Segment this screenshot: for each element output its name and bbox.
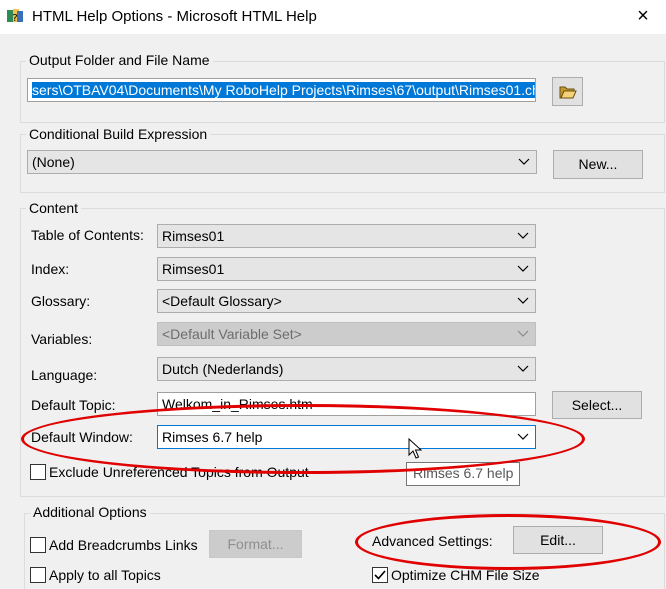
index-value: Rimses01	[162, 261, 225, 277]
format-button: Format...	[209, 530, 302, 558]
svg-text:?: ?	[12, 13, 17, 24]
close-button[interactable]: ×	[632, 4, 654, 28]
chevron-down-icon	[517, 265, 529, 272]
browse-folder-button[interactable]	[552, 77, 583, 106]
open-folder-icon	[559, 86, 577, 99]
chevron-down-icon	[518, 158, 530, 165]
chevron-down-icon	[517, 232, 529, 239]
select-topic-button[interactable]: Select...	[552, 391, 642, 419]
glossary-dropdown[interactable]: <Default Glossary>	[157, 289, 536, 313]
additional-group-label: Additional Options	[30, 504, 150, 520]
optimize-chm-checkbox[interactable]	[372, 567, 388, 583]
app-icon: ?	[7, 9, 23, 24]
conditional-expression-value: (None)	[32, 154, 75, 170]
language-dropdown[interactable]: Dutch (Nederlands)	[157, 357, 536, 381]
glossary-label: Glossary:	[31, 293, 91, 309]
variables-value: <Default Variable Set>	[162, 326, 302, 342]
mouse-cursor-icon	[408, 438, 422, 459]
breadcrumbs-checkbox[interactable]	[30, 537, 46, 553]
variables-dropdown: <Default Variable Set>	[157, 322, 536, 346]
apply-all-topics-checkbox[interactable]	[30, 567, 46, 583]
output-path-text: sers\OTBAV04\Documents\My RoboHelp Proje…	[32, 82, 535, 98]
default-topic-label: Default Topic:	[31, 397, 116, 413]
window-title: HTML Help Options - Microsoft HTML Help	[32, 8, 317, 25]
index-label: Index:	[31, 261, 70, 277]
new-expression-button[interactable]: New...	[553, 150, 643, 179]
breadcrumbs-label: Add Breadcrumbs Links	[49, 537, 198, 553]
language-value: Dutch (Nederlands)	[162, 361, 284, 377]
output-group-label: Output Folder and File Name	[26, 52, 213, 68]
chevron-down-icon	[517, 365, 529, 372]
toc-value: Rimses01	[162, 228, 225, 244]
variables-label: Variables:	[31, 331, 93, 347]
annotation-ellipse-advanced-settings	[355, 514, 661, 570]
apply-all-topics-label: Apply to all Topics	[49, 567, 161, 583]
output-path-field[interactable]: sers\OTBAV04\Documents\My RoboHelp Proje…	[27, 78, 536, 102]
content-group-label: Content	[26, 200, 82, 216]
annotation-ellipse-default-window	[21, 404, 585, 474]
conditional-group-label: Conditional Build Expression	[26, 126, 211, 142]
conditional-expression-dropdown[interactable]: (None)	[27, 150, 537, 174]
toc-dropdown[interactable]: Rimses01	[157, 224, 536, 248]
exclude-unreferenced-checkbox[interactable]	[30, 464, 46, 480]
language-label: Language:	[31, 367, 98, 383]
checkmark-icon	[374, 570, 386, 580]
toc-label: Table of Contents:	[31, 227, 144, 243]
chevron-down-icon	[517, 297, 529, 304]
glossary-value: <Default Glossary>	[162, 293, 282, 309]
chevron-down-icon	[517, 330, 529, 337]
index-dropdown[interactable]: Rimses01	[157, 257, 536, 281]
